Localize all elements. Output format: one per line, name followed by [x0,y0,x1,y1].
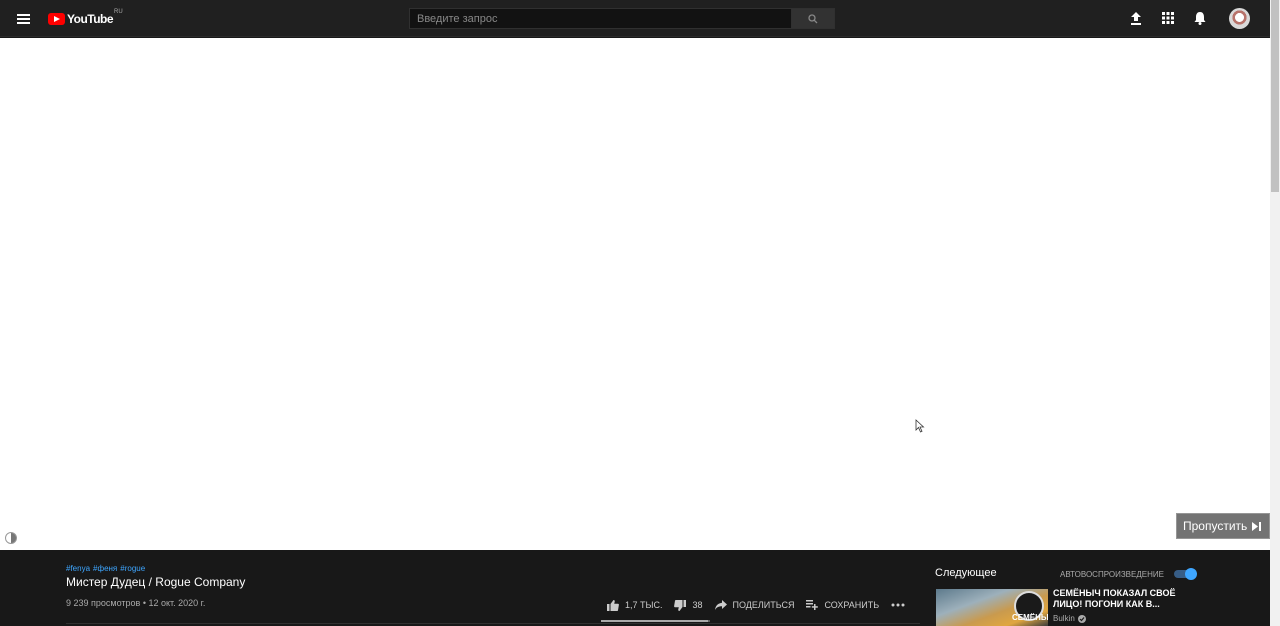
search-button[interactable] [792,8,835,29]
share-label: Поделиться [732,600,795,610]
youtube-logo[interactable]: YouTube RU [48,9,123,27]
toggle-knob [1185,568,1197,580]
next-video-title[interactable]: СЕМЁНЫЧ ПОКАЗАЛ СВОЁ ЛИЦО! ПОГОНИ КАК В.… [1053,588,1193,610]
dislike-count: 38 [692,600,703,610]
youtube-play-icon [48,13,65,25]
notifications-icon[interactable] [1191,9,1209,27]
next-video-thumbnail[interactable]: СЕМЁНЫЧ [936,589,1048,626]
like-ratio-fill [601,620,708,622]
thumbnail-caption: СЕМЁНЫЧ [1012,613,1048,622]
share-button[interactable]: Поделиться [714,600,795,610]
channel-name: Bulkin [1053,614,1075,623]
search-icon [808,13,818,23]
thumbs-down-icon [674,599,687,611]
scrollbar-thumb[interactable] [1271,0,1279,192]
save-label: Сохранить [824,600,880,610]
more-horizontal-icon [891,603,905,607]
page-scrollbar[interactable] [1270,0,1280,626]
search-input[interactable] [409,8,792,29]
skip-next-icon [1252,521,1262,531]
like-dislike-bar [601,620,710,622]
mouse-cursor-icon [915,419,925,433]
divider [66,623,920,624]
apps-icon[interactable] [1159,9,1177,27]
search-box [409,8,835,29]
hashtag-link[interactable]: #fenya [66,564,90,573]
skip-ad-button[interactable]: Пропустить [1176,513,1270,539]
video-meta: 9 239 просмотров • 12 окт. 2020 г. [66,598,206,608]
video-info-section: #fenya #феня #rogue Мистер Дудец / Rogue… [0,550,1270,626]
dislike-button[interactable]: 38 [674,599,703,611]
skip-ad-label: Пропустить [1183,519,1248,533]
save-button[interactable]: Сохранить [806,600,879,610]
verified-icon [1077,614,1086,623]
top-bar: YouTube RU [0,0,1270,37]
up-next-label: Следующее [935,567,997,579]
menu-icon[interactable] [12,7,36,31]
logo-region: RU [114,9,123,15]
autoplay-label: Автовоспроизведение [1060,570,1164,579]
like-button[interactable]: 1,7 тыс. [607,599,663,611]
upload-icon[interactable] [1127,9,1145,27]
autoplay-toggle[interactable] [1174,568,1198,580]
like-count: 1,7 тыс. [625,600,663,610]
thumbs-up-icon [607,599,619,611]
playlist-add-icon [806,600,819,610]
video-title: Мистер Дудец / Rogue Company [66,575,246,589]
hashtag-link[interactable]: #феня [93,564,117,573]
logo-text: YouTube [67,12,114,26]
hashtags: #fenya #феня #rogue [66,564,145,573]
more-actions-button[interactable] [891,603,905,607]
hashtag-link[interactable]: #rogue [120,564,145,573]
video-actions: 1,7 тыс. 38 Поделиться Сохранить [600,595,917,615]
video-player[interactable]: Пропустить [0,38,1270,550]
loading-spinner-icon [5,532,17,544]
next-video-channel[interactable]: Bulkin [1053,614,1086,623]
avatar[interactable] [1229,8,1250,29]
share-icon [714,600,727,610]
